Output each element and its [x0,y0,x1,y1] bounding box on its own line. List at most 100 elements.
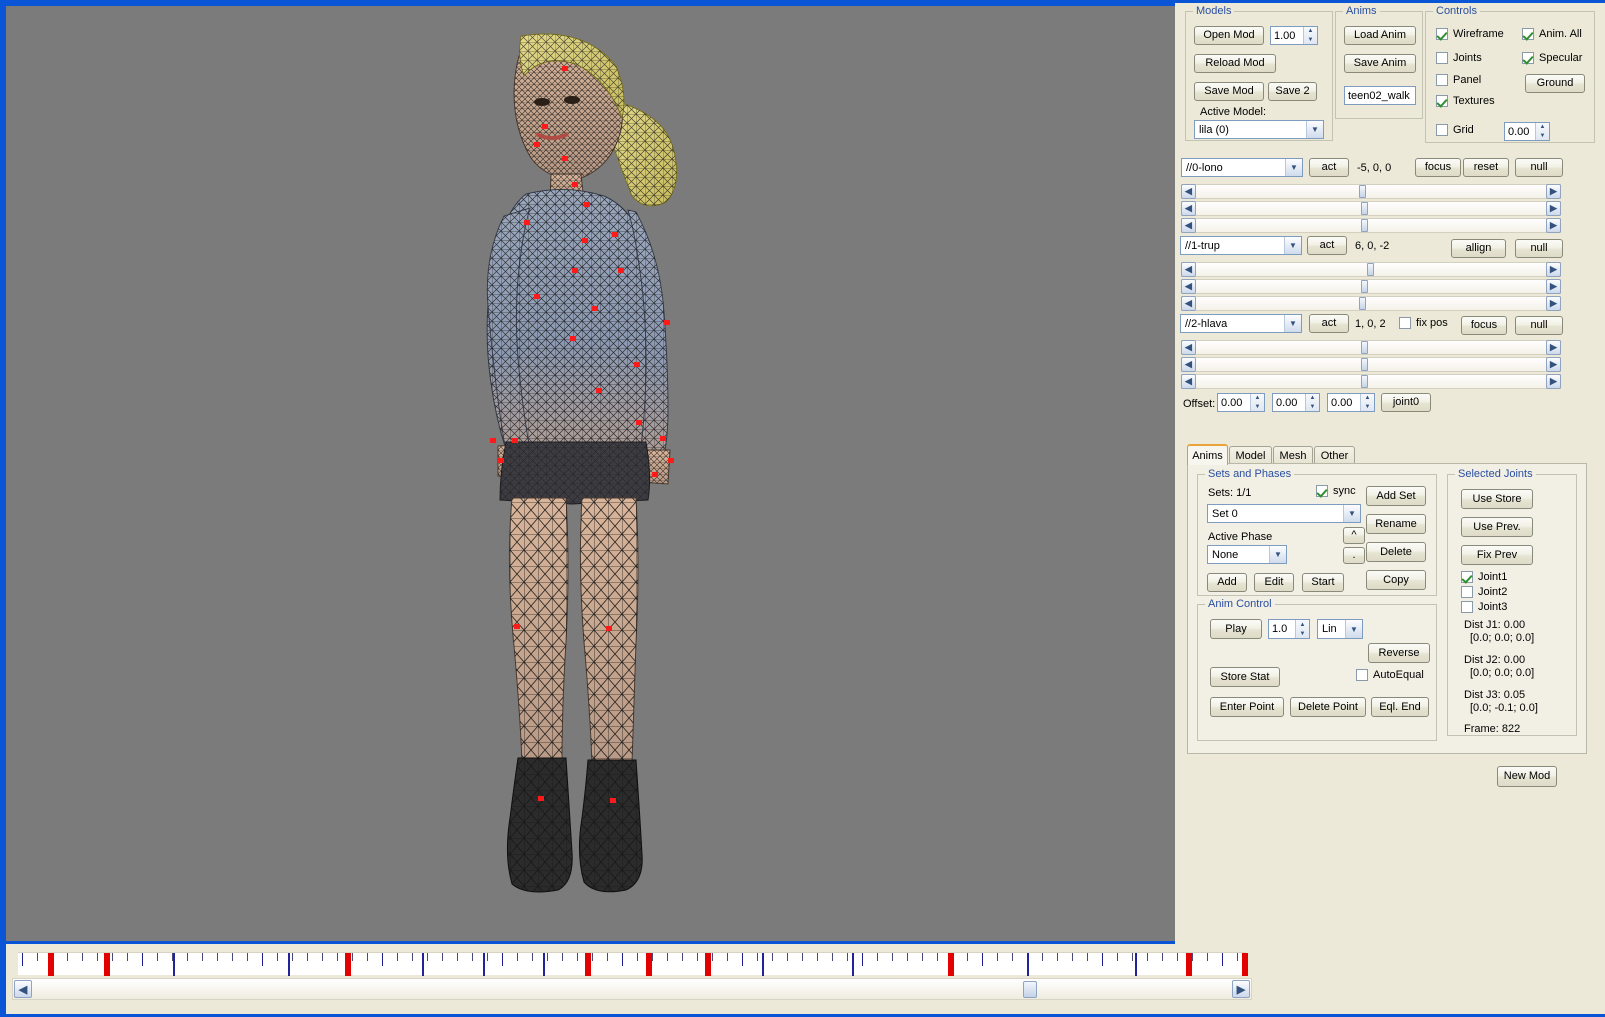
slider-left-arrow-icon[interactable]: ◀ [1181,262,1196,277]
joint0-focus-button[interactable]: focus [1415,158,1461,177]
slider-left-arrow-icon[interactable]: ◀ [1181,296,1196,311]
slider-thumb[interactable] [1367,263,1374,276]
model-scale-spinner[interactable]: 1.00 ▲ ▼ [1270,26,1318,45]
reverse-button[interactable]: Reverse [1368,643,1430,663]
timeline-block-marker[interactable] [1027,953,1029,976]
slider-left-arrow-icon[interactable]: ◀ [1181,201,1196,216]
anim-name-input[interactable]: teen02_walk [1344,86,1416,105]
rename-set-button[interactable]: Rename [1366,514,1426,534]
chevron-down-icon[interactable]: ▼ [1285,159,1302,176]
slider-trough[interactable] [1181,357,1561,372]
timeline-block-marker[interactable] [173,953,175,976]
joint2-slider-y[interactable]: ◀ ▶ [1181,357,1561,372]
timeline-block-marker[interactable] [1135,953,1137,976]
slider-thumb[interactable] [1361,341,1368,354]
copy-set-button[interactable]: Copy [1366,570,1426,590]
model-scale-arrows[interactable]: ▲ ▼ [1303,27,1317,44]
slider-right-arrow-icon[interactable]: ▶ [1546,184,1561,199]
grid-checkbox[interactable]: Grid [1436,124,1474,136]
joint3-checkbox[interactable]: Joint3 [1461,601,1507,613]
interpolation-combo[interactable]: Lin ▼ [1317,619,1363,639]
joint0-slider-x[interactable]: ◀ ▶ [1181,184,1561,199]
timeline-key-marker[interactable] [585,953,591,976]
joint2-focus-button[interactable]: focus [1461,316,1507,335]
joint0-reset-button[interactable]: reset [1463,158,1509,177]
tab-model[interactable]: Model [1229,446,1272,464]
enter-point-button[interactable]: Enter Point [1210,697,1284,717]
slider-right-arrow-icon[interactable]: ▶ [1546,279,1561,294]
slider-left-arrow-icon[interactable]: ◀ [1181,218,1196,233]
auto-equal-checkbox[interactable]: AutoEqual [1356,669,1424,681]
use-prev-button[interactable]: Use Prev. [1461,517,1533,537]
new-mod-button[interactable]: New Mod [1497,766,1557,787]
play-button[interactable]: Play [1210,619,1262,639]
joint1-act-button[interactable]: act [1307,236,1347,255]
load-anim-button[interactable]: Load Anim [1344,26,1416,45]
start-phase-button[interactable]: Start [1302,573,1344,592]
slider-trough[interactable] [1181,201,1561,216]
chevron-down-icon[interactable]: ▼ [1284,237,1301,254]
timeline-key-marker[interactable] [948,953,954,976]
slider-thumb[interactable] [1361,202,1368,215]
anim-all-checkbox[interactable]: Anim. All [1522,28,1582,40]
reload-mod-button[interactable]: Reload Mod [1194,54,1276,73]
tab-anims[interactable]: Anims [1187,444,1228,465]
play-speed-arrows[interactable]: ▲ ▼ [1295,620,1309,638]
joint1-combo[interactable]: //1-trup ▼ [1180,236,1302,255]
grid-size-spinner[interactable]: 0.00 ▲ ▼ [1504,122,1550,141]
offset-y-arrows[interactable]: ▲ ▼ [1305,394,1319,411]
play-speed-spinner[interactable]: 1.0 ▲ ▼ [1268,619,1310,639]
set-combo[interactable]: Set 0 ▼ [1207,504,1361,523]
wireframe-checkbox[interactable]: Wireframe [1436,28,1504,40]
timeline-ruler[interactable] [18,952,1248,976]
offset-z-arrows[interactable]: ▲ ▼ [1360,394,1374,411]
edit-phase-button[interactable]: Edit [1254,573,1294,592]
timeline-scrollbar[interactable]: ◀ ▶ [12,978,1252,1000]
ground-button[interactable]: Ground [1525,74,1585,93]
slider-thumb[interactable] [1361,358,1368,371]
joints-checkbox[interactable]: Joints [1436,52,1482,64]
joint1-null-button[interactable]: null [1515,239,1563,258]
timeline-block-marker[interactable] [852,953,854,976]
timeline-block-marker[interactable] [762,953,764,976]
joint1-slider-y[interactable]: ◀ ▶ [1181,279,1561,294]
slider-trough[interactable] [1181,340,1561,355]
joint0-slider-z[interactable]: ◀ ▶ [1181,218,1561,233]
offset-x-arrows[interactable]: ▲ ▼ [1250,394,1264,411]
joint1-slider-x[interactable]: ◀ ▶ [1181,262,1561,277]
slider-right-arrow-icon[interactable]: ▶ [1546,218,1561,233]
timeline-block-marker[interactable] [543,953,545,976]
phase-down-button[interactable]: . [1343,547,1365,564]
phase-up-button[interactable]: ^ [1343,527,1365,544]
slider-right-arrow-icon[interactable]: ▶ [1546,374,1561,389]
slider-trough[interactable] [1181,296,1561,311]
joint1-checkbox[interactable]: Joint1 [1461,571,1507,583]
slider-right-arrow-icon[interactable]: ▶ [1546,296,1561,311]
3d-viewport[interactable] [6,6,1175,941]
textures-checkbox[interactable]: Textures [1436,95,1495,107]
tab-other[interactable]: Other [1314,446,1355,464]
panel-checkbox[interactable]: Panel [1436,74,1481,86]
chevron-down-icon[interactable]: ▼ [1306,121,1323,138]
slider-trough[interactable] [1181,218,1561,233]
scroll-thumb[interactable] [1023,981,1037,998]
slider-thumb[interactable] [1361,375,1368,388]
save-mod-button[interactable]: Save Mod [1194,82,1264,101]
joint2-act-button[interactable]: act [1309,314,1349,333]
slider-left-arrow-icon[interactable]: ◀ [1181,184,1196,199]
chevron-down-icon[interactable]: ▼ [1343,505,1360,522]
store-stat-button[interactable]: Store Stat [1210,667,1280,687]
joint2-slider-z[interactable]: ◀ ▶ [1181,374,1561,389]
timeline-block-marker[interactable] [483,953,485,976]
active-model-combo[interactable]: lila (0) ▼ [1194,120,1324,139]
slider-left-arrow-icon[interactable]: ◀ [1181,374,1196,389]
use-store-button[interactable]: Use Store [1461,489,1533,509]
slider-thumb[interactable] [1361,280,1368,293]
joint0-act-button[interactable]: act [1309,158,1349,177]
offset-x-spinner[interactable]: 0.00 ▲ ▼ [1217,393,1265,412]
timeline-key-marker[interactable] [48,953,54,976]
timeline-key-marker[interactable] [1186,953,1192,976]
joint0-combo[interactable]: //0-lono ▼ [1181,158,1303,177]
joint1-allign-button[interactable]: allign [1451,239,1506,258]
scroll-left-arrow-icon[interactable]: ◀ [14,980,32,998]
